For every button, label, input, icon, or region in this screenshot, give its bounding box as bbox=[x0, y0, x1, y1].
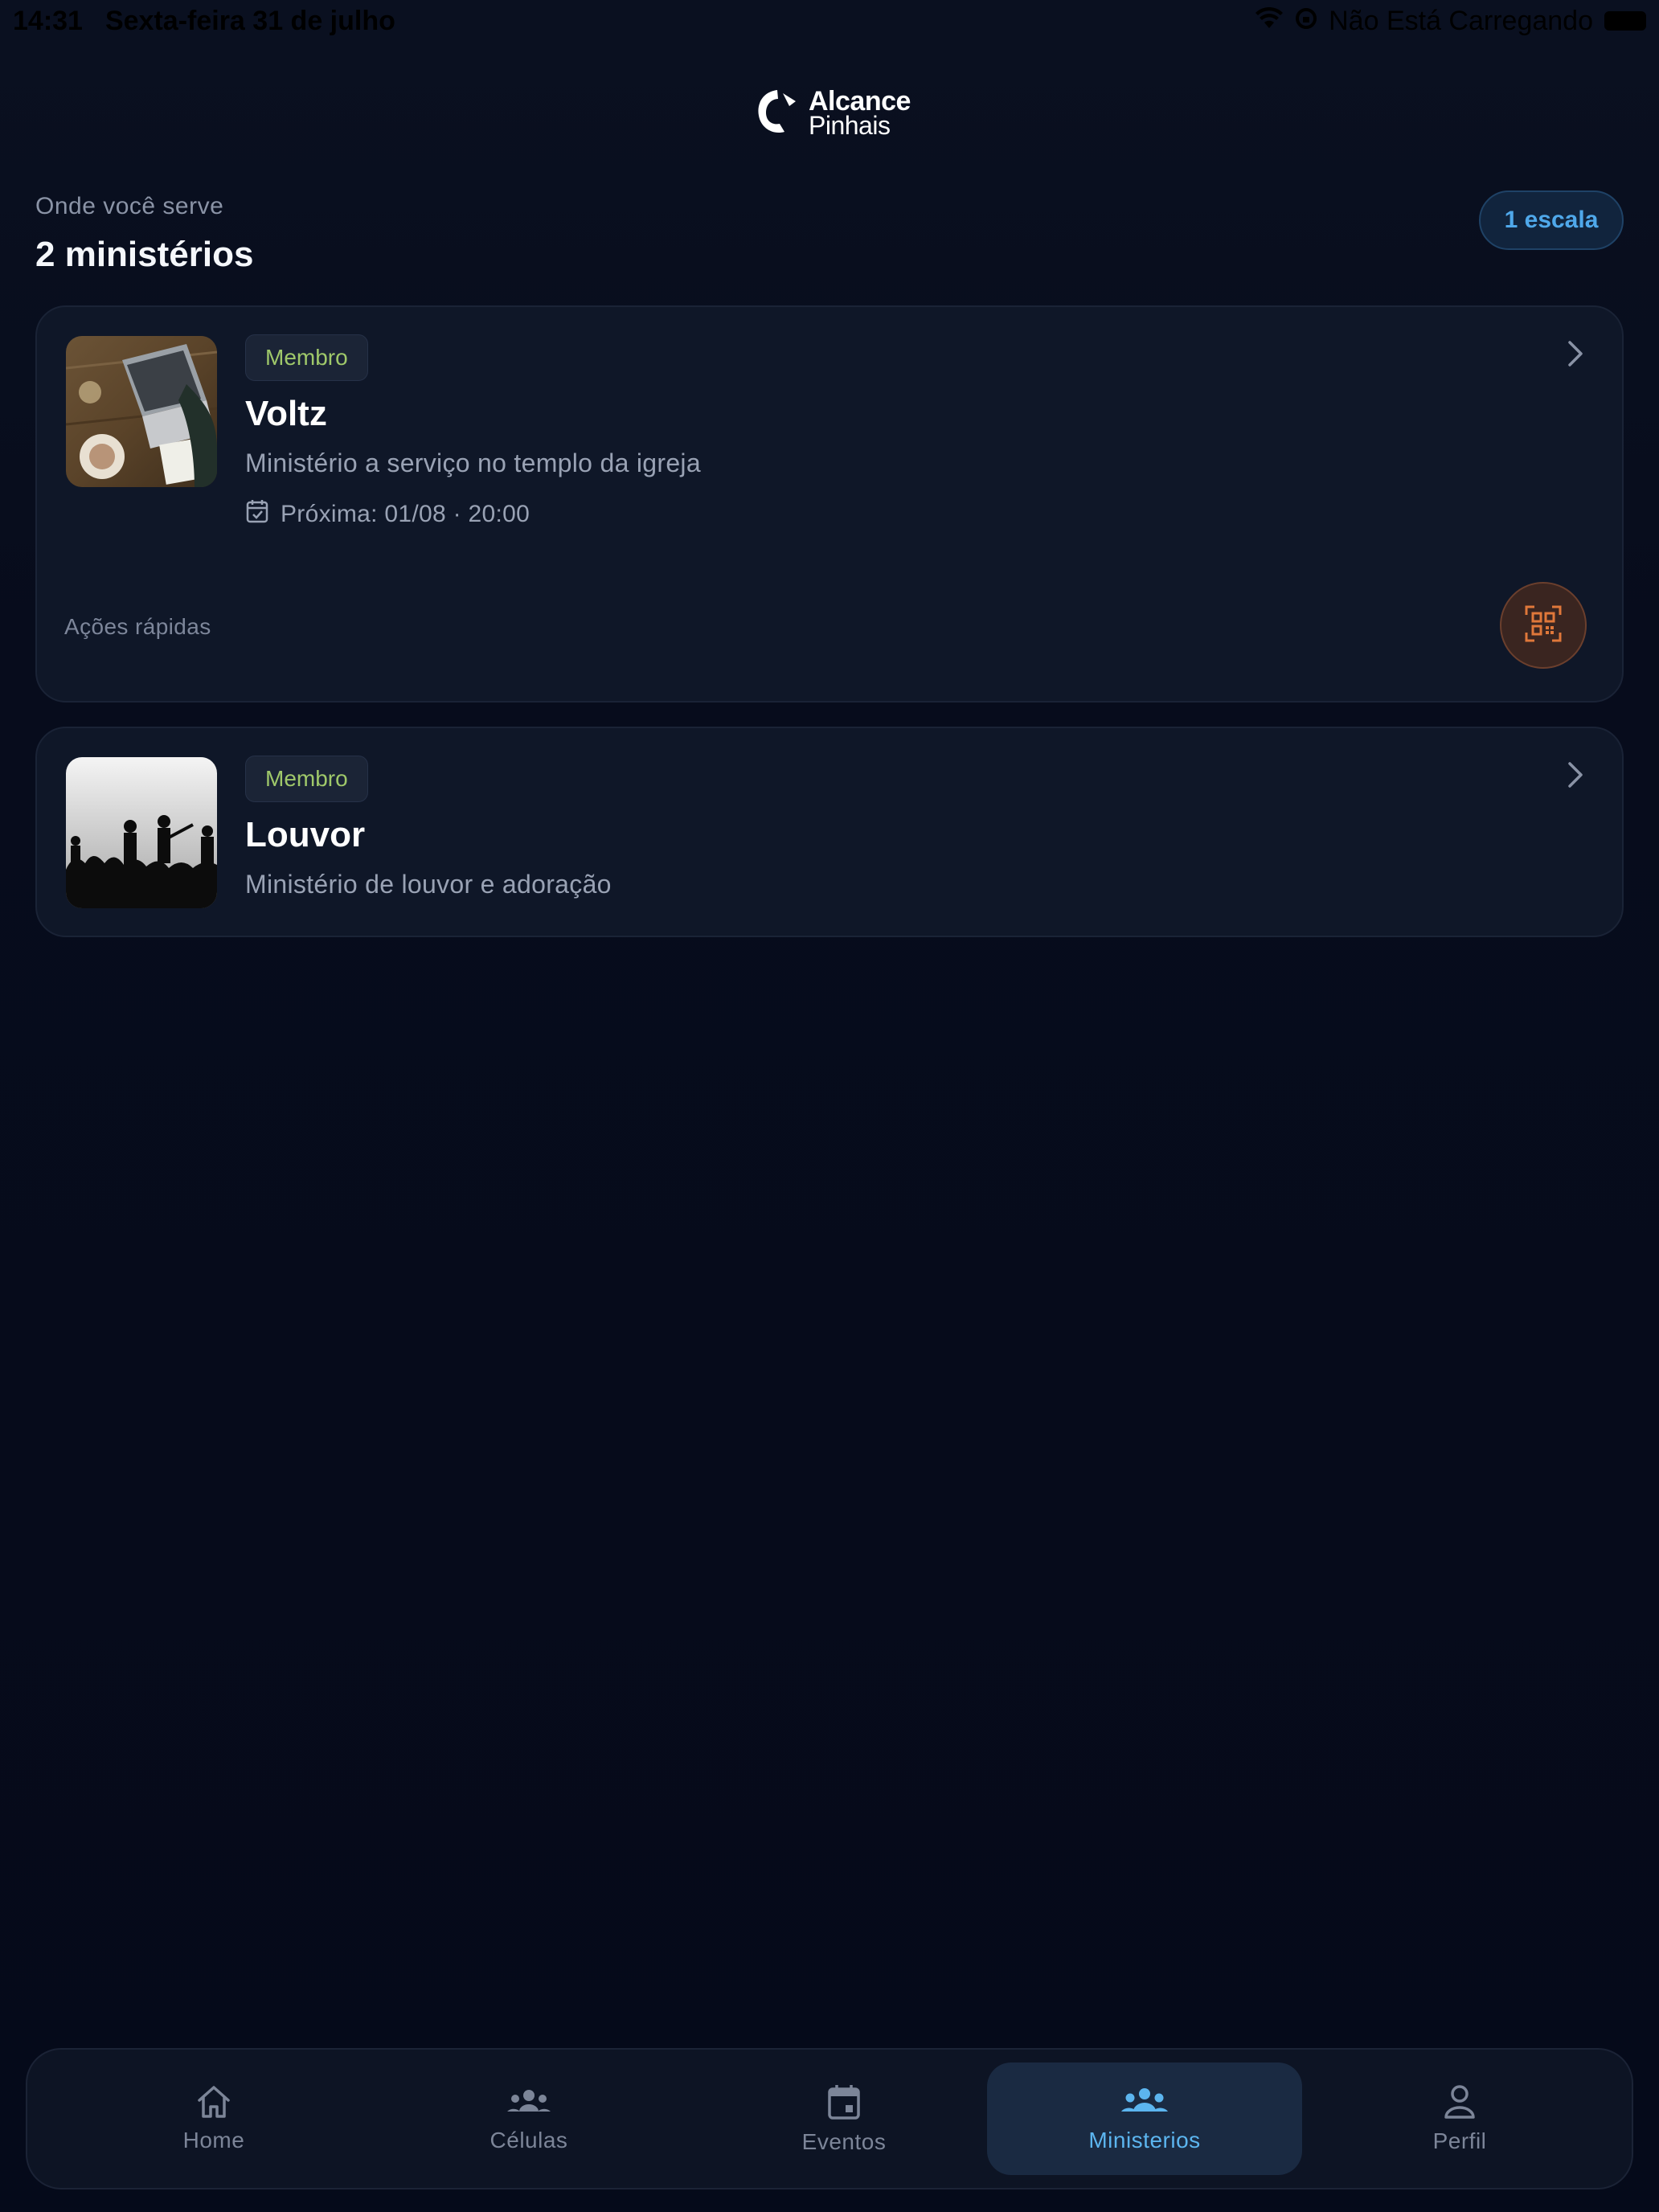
quick-actions-label: Ações rápidas bbox=[64, 614, 211, 639]
qr-scan-icon bbox=[1525, 605, 1562, 646]
person-icon bbox=[1442, 2083, 1477, 2120]
logo-line-2: Pinhais bbox=[809, 111, 891, 140]
role-badge: Membro bbox=[245, 334, 368, 381]
battery-status-text: Não Está Carregando bbox=[1329, 5, 1593, 36]
logo-mark-icon bbox=[754, 87, 801, 141]
ministry-description: Ministério de louvor e adoração bbox=[245, 870, 612, 899]
logo-text: Alcance Pinhais bbox=[809, 86, 911, 140]
ministry-name: Voltz bbox=[245, 394, 327, 433]
nav-label-celulas: Células bbox=[490, 2128, 568, 2153]
status-left: 14:31 Sexta-feira 31 de julho bbox=[13, 6, 395, 37]
nav-label-perfil: Perfil bbox=[1432, 2128, 1487, 2153]
next-schedule: Próxima: 01/08 · 20:00 bbox=[245, 498, 530, 530]
status-time: 14:31 bbox=[13, 5, 83, 36]
wifi-icon bbox=[1255, 6, 1284, 37]
app-logo: Alcance Pinhais bbox=[754, 85, 911, 141]
status-right: Não Está Carregando bbox=[1255, 6, 1646, 37]
section-title: 2 ministérios bbox=[35, 235, 254, 274]
role-badge: Membro bbox=[245, 756, 368, 802]
bottom-navigation: Home Células Eventos Ministerios Perfil bbox=[26, 2048, 1633, 2189]
chevron-right-icon[interactable] bbox=[1558, 757, 1593, 793]
app-screen: 14:31 Sexta-feira 31 de julho Não Está C… bbox=[0, 0, 1659, 2212]
nav-item-ministerios[interactable]: Ministerios bbox=[987, 2062, 1302, 2175]
nav-item-eventos[interactable]: Eventos bbox=[686, 2062, 1002, 2175]
status-date: Sexta-feira 31 de julho bbox=[104, 5, 395, 36]
nav-item-celulas[interactable]: Células bbox=[371, 2062, 686, 2175]
calendar-icon bbox=[826, 2083, 862, 2121]
ministry-thumbnail-voltz bbox=[66, 336, 217, 487]
home-icon bbox=[195, 2084, 232, 2120]
escala-count-badge[interactable]: 1 escala bbox=[1479, 190, 1624, 250]
qr-scan-button[interactable] bbox=[1500, 582, 1587, 669]
ministry-card-louvor[interactable]: Membro Louvor Ministério de louvor e ado… bbox=[35, 727, 1624, 937]
ministry-description: Ministério a serviço no templo da igreja bbox=[245, 449, 701, 477]
next-schedule-text: Próxima: 01/08 · 20:00 bbox=[281, 501, 530, 527]
calendar-check-icon bbox=[245, 498, 269, 530]
users-icon bbox=[506, 2084, 552, 2120]
section-subtitle: Onde você serve bbox=[35, 193, 224, 219]
ministry-name: Louvor bbox=[245, 815, 366, 854]
chevron-right-icon[interactable] bbox=[1558, 336, 1593, 371]
lock-rotation-icon bbox=[1295, 6, 1317, 37]
group-icon bbox=[1121, 2084, 1168, 2120]
battery-icon bbox=[1604, 11, 1646, 31]
nav-label-ministerios: Ministerios bbox=[1088, 2128, 1201, 2153]
ministry-card-voltz[interactable]: Membro Voltz Ministério a serviço no tem… bbox=[35, 305, 1624, 703]
nav-item-home[interactable]: Home bbox=[56, 2062, 371, 2175]
ministry-thumbnail-louvor bbox=[66, 757, 217, 908]
nav-label-home: Home bbox=[182, 2128, 245, 2153]
nav-item-perfil[interactable]: Perfil bbox=[1302, 2062, 1617, 2175]
logo-line-1: Alcance bbox=[809, 86, 911, 117]
status-bar: 14:31 Sexta-feira 31 de julho Não Está C… bbox=[0, 0, 1659, 42]
nav-label-eventos: Eventos bbox=[801, 2129, 887, 2154]
